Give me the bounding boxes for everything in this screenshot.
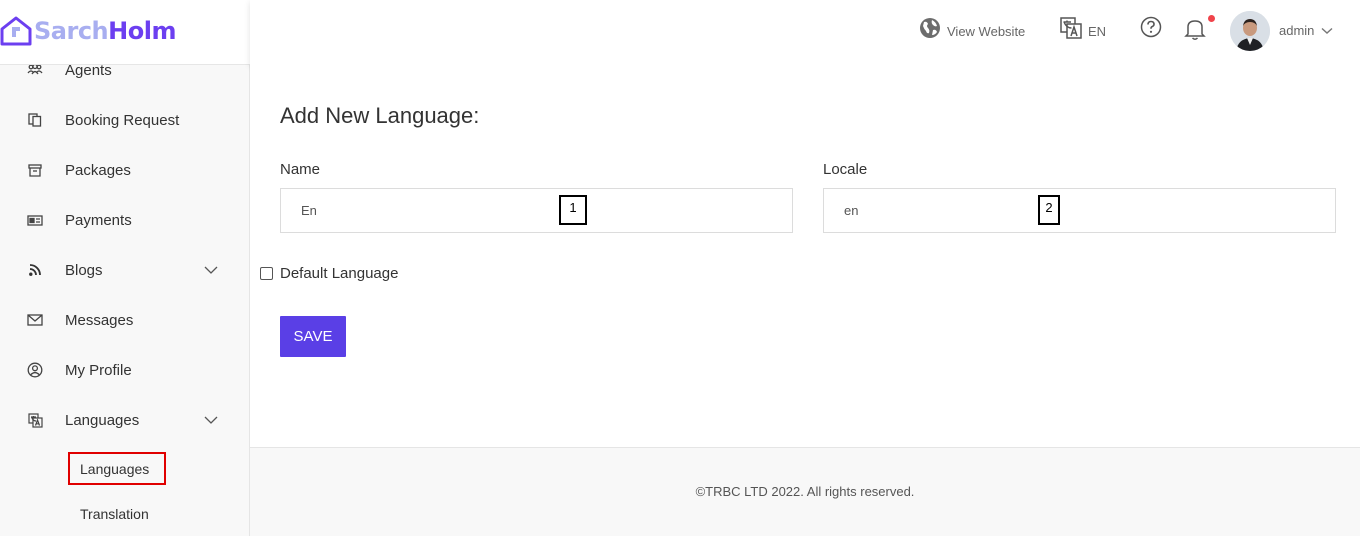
help-button[interactable]: [1140, 16, 1162, 38]
rss-feed-icon: [26, 261, 44, 279]
annotation-marker-2: 2: [1038, 195, 1060, 225]
copy-icon: [26, 111, 44, 129]
default-language-row: Default Language: [260, 265, 398, 282]
notification-dot: [1208, 15, 1215, 22]
copyright-text: ©TRBC LTD 2022. All rights reserved.: [695, 483, 915, 499]
sidebar-item-label: Blogs: [65, 261, 103, 279]
sidebar-item-label: Booking Request: [65, 111, 180, 129]
help-circle-icon: [1140, 16, 1162, 38]
brand-name-part1: Sarch: [34, 17, 109, 45]
bell-icon: [1184, 20, 1206, 40]
translate-icon: [1060, 16, 1082, 39]
translate-icon: [26, 411, 44, 429]
notifications-button[interactable]: [1184, 17, 1206, 41]
language-switcher[interactable]: EN: [1060, 16, 1106, 39]
sidebar-item-label: Languages: [65, 411, 140, 429]
footer: ©TRBC LTD 2022. All rights reserved.: [250, 447, 1360, 536]
sidebar-item-label: Packages: [65, 161, 131, 179]
brand-logo[interactable]: SarchHolm: [0, 13, 176, 49]
chevron-down-icon[interactable]: [203, 412, 219, 428]
envelope-icon: [26, 311, 44, 329]
chevron-down-icon[interactable]: [203, 262, 219, 278]
sidebar: Agents Booking Request Packages Payments…: [0, 0, 250, 536]
logo-bar: SarchHolm: [0, 0, 250, 65]
sidebar-item-languages[interactable]: Languages: [0, 400, 249, 440]
sidebar-item-payments[interactable]: Payments: [0, 200, 249, 240]
language-label: EN: [1088, 24, 1107, 39]
avatar[interactable]: [1230, 11, 1270, 51]
user-menu[interactable]: admin: [1279, 23, 1333, 38]
view-website-label: View Website: [947, 24, 1026, 39]
sidebar-subitem-translation[interactable]: Translation: [80, 499, 149, 529]
annotation-marker-1: 1: [559, 195, 587, 225]
globe-icon: [920, 17, 940, 38]
locale-label: Locale: [823, 161, 868, 178]
sidebar-item-label: Messages: [65, 311, 134, 329]
user-circle-icon: [26, 361, 44, 379]
default-language-checkbox[interactable]: [260, 267, 273, 280]
user-name: admin: [1279, 23, 1315, 38]
sidebar-item-packages[interactable]: Packages: [0, 150, 249, 190]
sidebar-item-blogs[interactable]: Blogs: [0, 250, 249, 290]
page-title: Add New Language:: [280, 103, 480, 128]
brand-name-part2: Holm: [108, 17, 176, 45]
main-content: Add New Language: Name En 1 Locale en 2 …: [250, 65, 1360, 447]
default-language-label: Default Language: [280, 265, 399, 282]
save-button[interactable]: SAVE: [280, 316, 346, 357]
sidebar-subitem-languages[interactable]: Languages: [68, 452, 166, 485]
sidebar-item-messages[interactable]: Messages: [0, 300, 249, 340]
locale-input[interactable]: en: [823, 188, 1336, 233]
sidebar-item-label: Payments: [65, 211, 132, 229]
caret-down-icon: [1321, 27, 1333, 34]
name-label: Name: [280, 161, 321, 178]
name-input[interactable]: En: [280, 188, 793, 233]
payment-card-icon: [26, 211, 44, 229]
sidebar-item-booking-request[interactable]: Booking Request: [0, 100, 249, 140]
top-bar: View Website EN admin: [250, 0, 1360, 65]
archive-box-icon: [26, 161, 44, 179]
sidebar-item-my-profile[interactable]: My Profile: [0, 350, 249, 390]
sidebar-item-label: My Profile: [65, 361, 132, 379]
user-photo-icon: [1230, 11, 1270, 51]
view-website-link[interactable]: View Website: [919, 16, 1025, 39]
house-logo-icon: [0, 16, 32, 46]
